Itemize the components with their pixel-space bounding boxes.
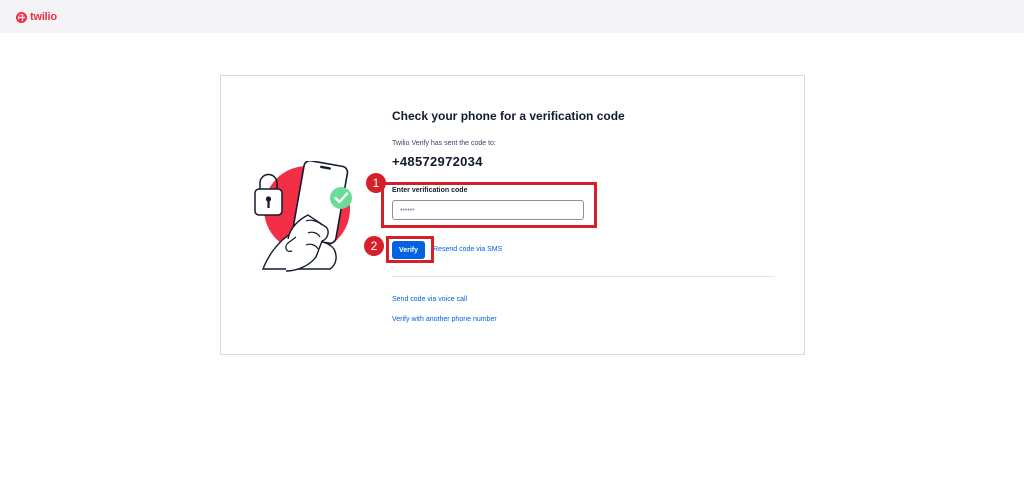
verify-button-highlight — [386, 236, 434, 263]
twilio-logo[interactable]: twilio — [16, 10, 57, 24]
code-field-highlight — [381, 182, 597, 228]
step-badge-1: 1 — [366, 173, 386, 193]
other-number-link[interactable]: Verify with another phone number — [392, 316, 497, 323]
step-badge-2: 2 — [364, 236, 384, 256]
phone-number: +48572972034 — [392, 154, 483, 169]
twilio-logo-icon — [16, 11, 27, 23]
page-title: Check your phone for a verification code — [392, 109, 625, 123]
sent-to-label: Twilio Verify has sent the code to: — [392, 140, 496, 147]
phone-lock-illustration — [254, 161, 352, 272]
voice-call-link[interactable]: Send code via voice call — [392, 296, 467, 303]
logo-text: twilio — [30, 11, 57, 23]
divider — [392, 276, 775, 277]
top-bar: twilio — [0, 0, 1024, 33]
resend-sms-link[interactable]: Resend code via SMS — [433, 246, 502, 253]
